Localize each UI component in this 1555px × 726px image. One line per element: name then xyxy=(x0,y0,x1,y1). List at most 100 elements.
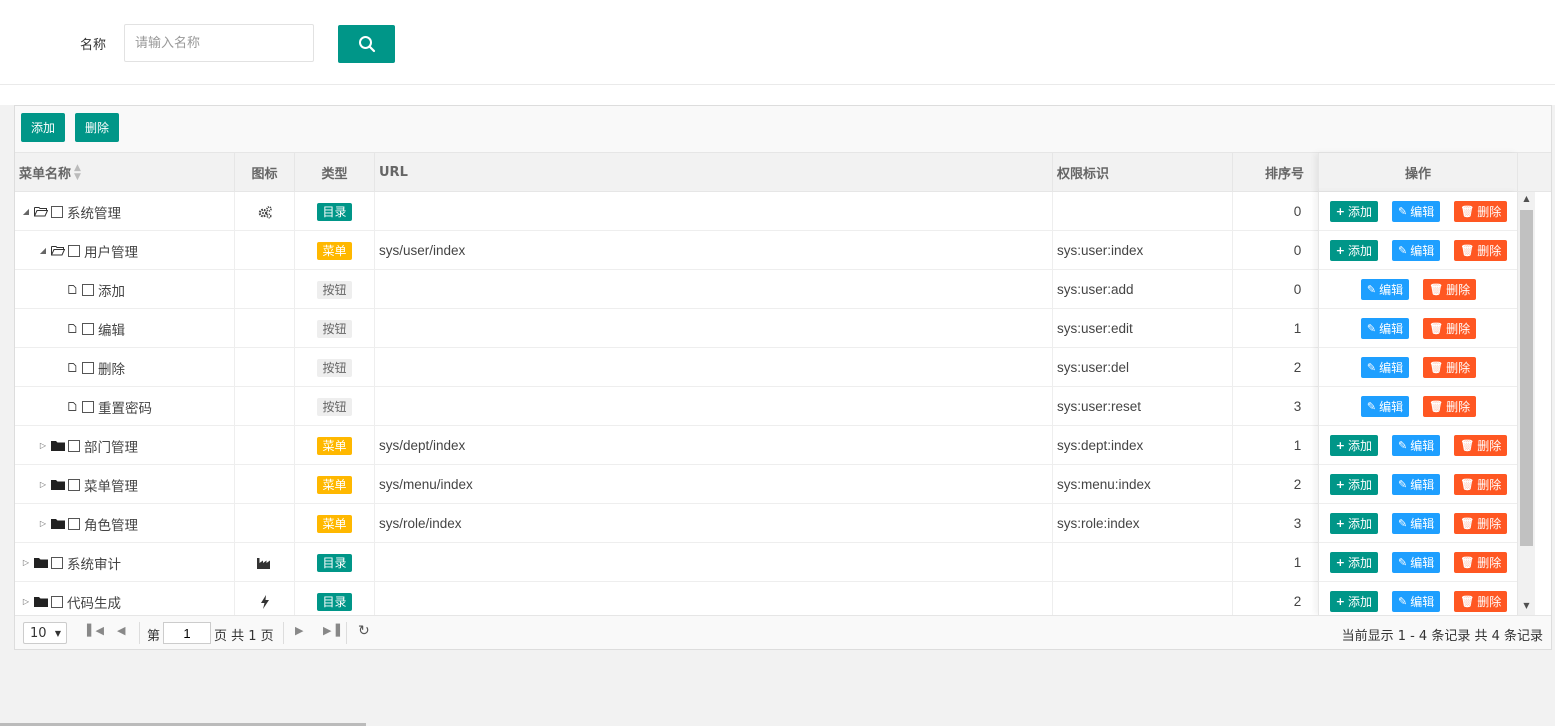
first-page-icon[interactable]: ▌◀ xyxy=(87,624,104,637)
row-delete-button[interactable]: 🗑 删除 xyxy=(1454,512,1508,534)
plus-icon: + xyxy=(1335,477,1345,491)
row-edit-button[interactable]: ✎ 编辑 xyxy=(1392,239,1441,261)
collapse-icon[interactable]: ◢ xyxy=(38,246,48,255)
row-delete-label: 删除 xyxy=(1477,555,1502,570)
table-row[interactable]: ▷ 部门管理 菜单 sys/dept/index sys:dept:index … xyxy=(15,426,1319,465)
type-badge: 菜单 xyxy=(317,241,352,260)
next-page-icon[interactable]: ▶ xyxy=(295,624,303,637)
row-edit-button[interactable]: ✎ 编辑 xyxy=(1392,200,1441,222)
pencil-icon: ✎ xyxy=(1398,516,1408,530)
prev-page-icon[interactable]: ◀ xyxy=(117,624,125,637)
search-button[interactable] xyxy=(338,25,395,63)
row-edit-button[interactable]: ✎ 编辑 xyxy=(1360,317,1410,339)
row-edit-button[interactable]: ✎ 编辑 xyxy=(1360,356,1410,378)
expand-icon[interactable]: ▷ xyxy=(21,597,31,606)
sort-icon[interactable]: ▲ ▼ xyxy=(74,163,81,182)
row-checkbox[interactable] xyxy=(82,322,94,335)
row-checkbox[interactable] xyxy=(51,205,63,218)
row-checkbox[interactable] xyxy=(51,556,63,569)
cell-icon xyxy=(235,348,295,387)
search-input[interactable] xyxy=(124,24,314,62)
row-delete-button[interactable]: 🗑 删除 xyxy=(1454,473,1508,495)
row-add-button[interactable]: + 添加 xyxy=(1329,473,1378,495)
delete-button[interactable]: 删除 xyxy=(75,113,120,142)
page-number-input[interactable] xyxy=(163,622,211,644)
cell-order: 2 xyxy=(1233,348,1319,387)
row-checkbox[interactable] xyxy=(68,244,80,257)
cell-name: 添加 xyxy=(15,270,235,309)
table-row[interactable]: ▷ 菜单管理 菜单 sys/menu/index sys:menu:index … xyxy=(15,465,1319,504)
menu-name: 部门管理 xyxy=(84,439,138,455)
cell-icon xyxy=(235,426,295,465)
menu-name: 用户管理 xyxy=(84,244,138,260)
cell-icon xyxy=(235,270,295,309)
ops-cell: + 添加 ✎ 编辑 🗑 删除 xyxy=(1319,192,1517,231)
collapse-icon[interactable]: ◢ xyxy=(21,207,31,216)
last-page-icon[interactable]: ▶▐ xyxy=(323,624,340,637)
row-delete-label: 删除 xyxy=(1477,204,1502,219)
row-delete-button[interactable]: 🗑 删除 xyxy=(1423,278,1477,300)
row-checkbox[interactable] xyxy=(68,517,80,530)
row-checkbox[interactable] xyxy=(82,283,94,296)
cell-url: sys/menu/index xyxy=(375,465,1053,504)
search-label: 名称 xyxy=(80,38,107,53)
table-row[interactable]: 添加 按钮 sys:user:add 0 xyxy=(15,270,1319,309)
row-checkbox[interactable] xyxy=(68,478,80,491)
row-checkbox[interactable] xyxy=(51,595,63,608)
row-add-button[interactable]: + 添加 xyxy=(1329,590,1378,612)
row-add-button[interactable]: + 添加 xyxy=(1329,239,1378,261)
expand-icon[interactable]: ▷ xyxy=(38,480,48,489)
table-row[interactable]: 编辑 按钮 sys:user:edit 1 xyxy=(15,309,1319,348)
row-delete-button[interactable]: 🗑 删除 xyxy=(1454,551,1508,573)
row-edit-button[interactable]: ✎ 编辑 xyxy=(1360,278,1410,300)
table-row[interactable]: ▷ 系统审计 目录 1 xyxy=(15,543,1319,582)
row-edit-button[interactable]: ✎ 编辑 xyxy=(1392,590,1441,612)
ops-cell: + 添加 ✎ 编辑 🗑 删除 xyxy=(1319,426,1517,465)
expand-icon[interactable]: ▷ xyxy=(38,519,48,528)
table-row[interactable]: 删除 按钮 sys:user:del 2 xyxy=(15,348,1319,387)
row-delete-button[interactable]: 🗑 删除 xyxy=(1454,239,1508,261)
table-row[interactable]: 重置密码 按钮 sys:user:reset 3 xyxy=(15,387,1319,426)
expand-icon[interactable]: ▷ xyxy=(38,441,48,450)
table-row[interactable]: ▷ 代码生成 目录 2 xyxy=(15,582,1319,615)
row-delete-button[interactable]: 🗑 删除 xyxy=(1423,356,1477,378)
row-delete-button[interactable]: 🗑 删除 xyxy=(1423,395,1477,417)
vertical-scrollbar[interactable]: ▲ ▼ xyxy=(1518,192,1535,615)
row-add-button[interactable]: + 添加 xyxy=(1329,551,1378,573)
table-row[interactable]: ◢ 系统管理 目录 0 xyxy=(15,192,1319,231)
refresh-icon[interactable]: ↻ xyxy=(358,623,370,639)
table-row[interactable]: ◢ 用户管理 菜单 sys/user/index sys:user:index … xyxy=(15,231,1319,270)
scroll-up-icon[interactable]: ▲ xyxy=(1518,192,1535,206)
ops-cell: + 添加 ✎ 编辑 🗑 删除 xyxy=(1319,543,1517,582)
table-row[interactable]: ▷ 角色管理 菜单 sys/role/index sys:role:index … xyxy=(15,504,1319,543)
page-size-select[interactable]: 10 ▼ xyxy=(23,622,67,644)
add-button[interactable]: 添加 xyxy=(21,113,66,142)
row-checkbox[interactable] xyxy=(68,439,80,452)
row-delete-button[interactable]: 🗑 删除 xyxy=(1454,200,1508,222)
row-edit-label: 编辑 xyxy=(1379,399,1404,414)
row-edit-button[interactable]: ✎ 编辑 xyxy=(1392,473,1441,495)
row-add-button[interactable]: + 添加 xyxy=(1329,512,1378,534)
header-spacer xyxy=(1518,153,1551,192)
cell-order: 1 xyxy=(1233,309,1319,348)
pager-divider xyxy=(139,622,140,644)
row-checkbox[interactable] xyxy=(82,400,94,413)
scrollbar-thumb[interactable] xyxy=(1520,210,1533,546)
row-edit-button[interactable]: ✎ 编辑 xyxy=(1392,512,1441,534)
cell-perm: sys:menu:index xyxy=(1053,465,1233,504)
scroll-down-icon[interactable]: ▼ xyxy=(1518,599,1535,613)
row-checkbox[interactable] xyxy=(82,361,94,374)
row-edit-button[interactable]: ✎ 编辑 xyxy=(1392,434,1441,456)
row-delete-button[interactable]: 🗑 删除 xyxy=(1423,317,1477,339)
row-delete-button[interactable]: 🗑 删除 xyxy=(1454,590,1508,612)
row-edit-button[interactable]: ✎ 编辑 xyxy=(1392,551,1441,573)
row-add-button[interactable]: + 添加 xyxy=(1329,200,1378,222)
type-badge: 菜单 xyxy=(317,475,352,494)
expand-icon[interactable]: ▷ xyxy=(21,558,31,567)
row-delete-button[interactable]: 🗑 删除 xyxy=(1454,434,1508,456)
column-header-name[interactable]: 菜单名称 ▲ ▼ xyxy=(15,153,235,192)
file-icon xyxy=(68,284,82,295)
row-edit-button[interactable]: ✎ 编辑 xyxy=(1360,395,1410,417)
row-add-button[interactable]: + 添加 xyxy=(1329,434,1378,456)
trash-icon: 🗑 xyxy=(1460,204,1475,218)
